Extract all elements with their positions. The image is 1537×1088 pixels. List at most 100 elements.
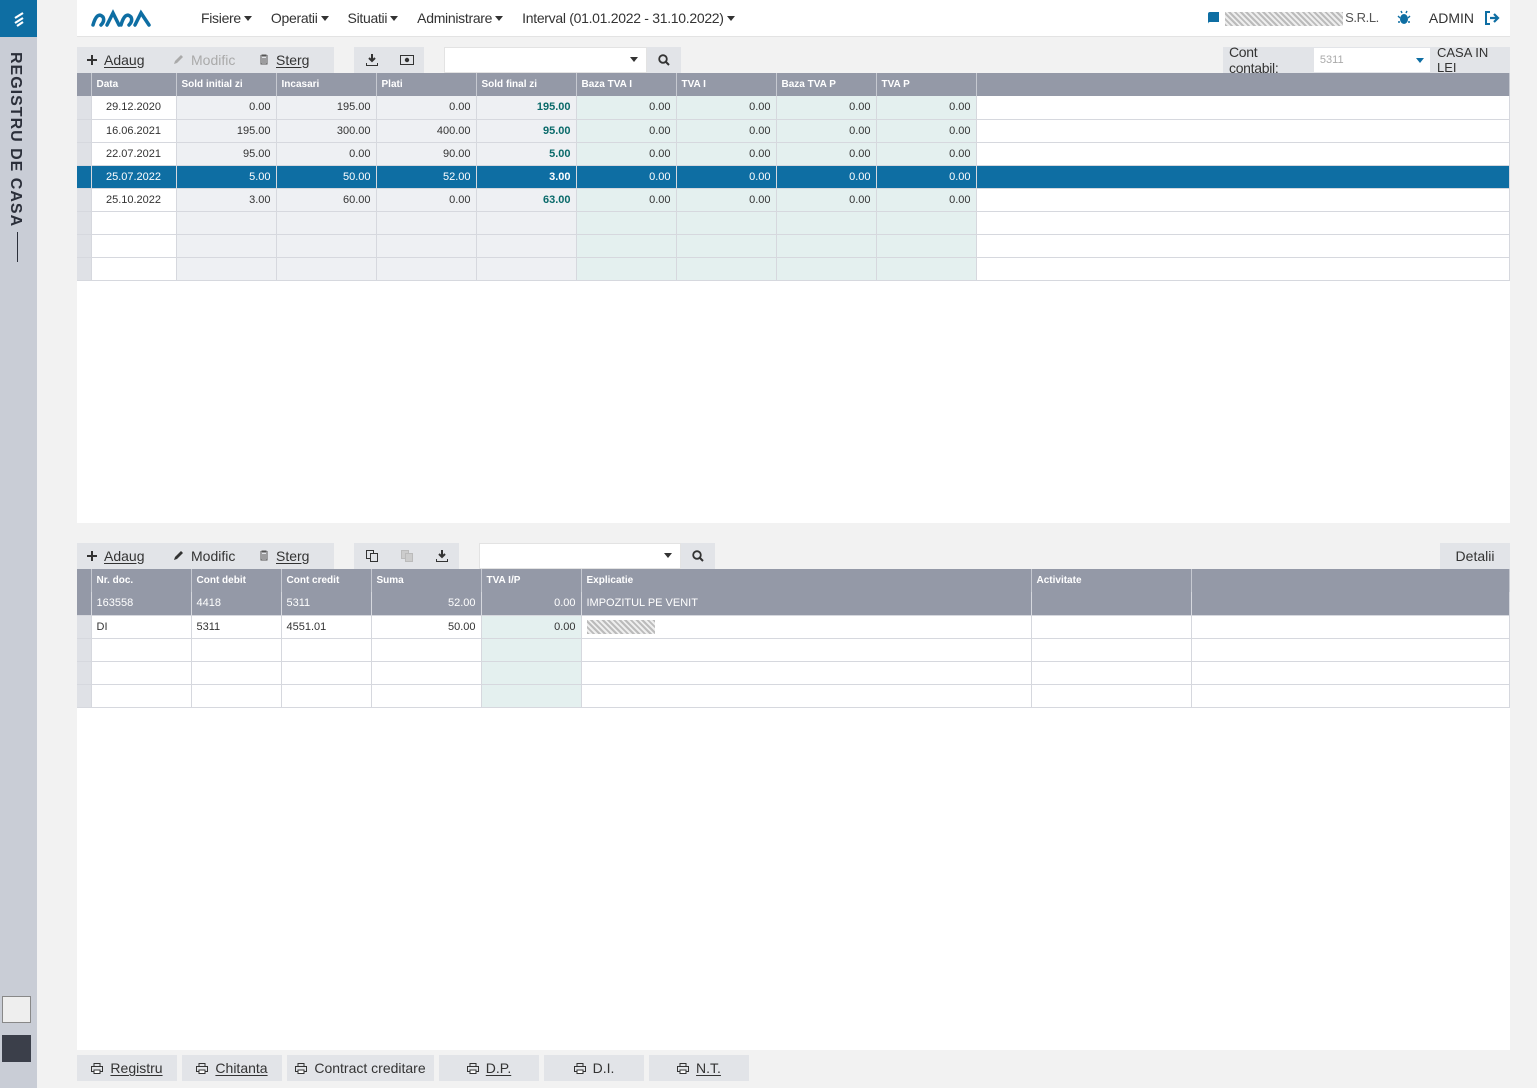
row-indicator[interactable] bbox=[77, 211, 92, 235]
table-cell[interactable] bbox=[91, 638, 192, 662]
table-cell[interactable] bbox=[581, 661, 1032, 685]
row-indicator[interactable] bbox=[77, 638, 92, 662]
table-cell[interactable] bbox=[581, 684, 1032, 708]
column-header[interactable]: TVA I/P bbox=[481, 569, 582, 592]
table-cell[interactable] bbox=[376, 257, 477, 281]
table-cell[interactable]: 5311 bbox=[191, 615, 282, 639]
column-header[interactable]: Data bbox=[91, 73, 177, 96]
table-cell[interactable] bbox=[191, 684, 282, 708]
table-cell[interactable] bbox=[191, 661, 282, 685]
table-cell[interactable]: 63.00 bbox=[476, 188, 577, 212]
table-cell[interactable] bbox=[481, 661, 582, 685]
download-button[interactable] bbox=[424, 542, 459, 569]
menu-administrare[interactable]: Administrare bbox=[417, 10, 504, 26]
table-cell[interactable]: 4418 bbox=[191, 592, 282, 616]
table-cell[interactable]: 0.00 bbox=[576, 165, 677, 189]
table-cell[interactable] bbox=[276, 211, 377, 235]
column-header[interactable]: Explicatie bbox=[581, 569, 1032, 592]
copy-button[interactable] bbox=[354, 542, 389, 569]
table-cell[interactable]: 0.00 bbox=[576, 96, 677, 120]
table-cell[interactable] bbox=[91, 234, 177, 258]
table-cell[interactable]: 0.00 bbox=[676, 188, 777, 212]
table-cell[interactable]: 0.00 bbox=[376, 96, 477, 120]
table-cell[interactable] bbox=[476, 211, 577, 235]
table-cell[interactable]: 0.00 bbox=[876, 96, 977, 120]
table-cell[interactable]: 95.00 bbox=[476, 119, 577, 143]
column-header[interactable]: Plati bbox=[376, 73, 477, 96]
column-header[interactable]: Sold final zi bbox=[476, 73, 577, 96]
table-cell[interactable] bbox=[371, 661, 482, 685]
table-cell[interactable]: 0.00 bbox=[776, 142, 877, 166]
table-cell[interactable]: 4551.01 bbox=[281, 615, 372, 639]
column-header[interactable]: TVA I bbox=[676, 73, 777, 96]
table-cell[interactable]: 0.00 bbox=[776, 165, 877, 189]
table-cell[interactable]: 195.00 bbox=[176, 119, 277, 143]
table-cell[interactable] bbox=[281, 638, 372, 662]
table-row[interactable] bbox=[77, 661, 1510, 685]
table-row[interactable]: DI 5311 4551.01 50.00 0.00 bbox=[77, 615, 1510, 639]
table-cell[interactable] bbox=[91, 257, 177, 281]
table-cell[interactable]: 300.00 bbox=[276, 119, 377, 143]
table-cell[interactable] bbox=[91, 684, 192, 708]
search-button[interactable] bbox=[647, 46, 681, 73]
row-indicator[interactable] bbox=[77, 96, 92, 120]
table-row[interactable]: 16.06.2021 195.00 300.00 400.00 95.00 0.00 0.0… bbox=[77, 119, 1510, 143]
menu-situatii[interactable]: Situatii bbox=[348, 10, 399, 26]
row-indicator[interactable] bbox=[77, 165, 92, 189]
table-cell[interactable]: 0.00 bbox=[376, 188, 477, 212]
table-cell[interactable] bbox=[776, 211, 877, 235]
table-row[interactable]: 25.10.2022 3.00 60.00 0.00 63.00 0.00 0.00 0.00… bbox=[77, 188, 1510, 212]
row-indicator[interactable] bbox=[77, 234, 92, 258]
table-cell[interactable]: 163558 bbox=[91, 592, 192, 616]
table-cell[interactable]: 5.00 bbox=[476, 142, 577, 166]
print-chitanta-button[interactable]: Chitanta bbox=[182, 1055, 282, 1081]
table-row[interactable]: 163558 4418 5311 52.00 0.00 IMPOZITUL PE VENI… bbox=[77, 592, 1510, 616]
table-cell[interactable]: 0.00 bbox=[676, 96, 777, 120]
paste-button[interactable] bbox=[389, 542, 424, 569]
table-cell[interactable] bbox=[576, 234, 677, 258]
column-header[interactable]: Cont debit bbox=[191, 569, 282, 592]
edit-button[interactable]: Modific bbox=[163, 46, 249, 73]
light-theme-swatch[interactable] bbox=[2, 996, 31, 1023]
table-cell[interactable] bbox=[481, 638, 582, 662]
table-cell[interactable] bbox=[476, 257, 577, 281]
table-cell[interactable] bbox=[371, 638, 482, 662]
table-cell[interactable]: 5311 bbox=[281, 592, 372, 616]
table-cell[interactable]: IMPOZITUL PE VENIT bbox=[581, 592, 1032, 616]
table-cell[interactable]: 0.00 bbox=[276, 142, 377, 166]
table-cell[interactable]: 0.00 bbox=[576, 188, 677, 212]
dark-theme-swatch[interactable] bbox=[2, 1035, 31, 1062]
table-cell[interactable]: 0.00 bbox=[676, 119, 777, 143]
row-indicator[interactable] bbox=[77, 592, 92, 616]
table-cell[interactable] bbox=[1031, 592, 1192, 616]
table-cell[interactable] bbox=[581, 638, 1032, 662]
table-cell[interactable] bbox=[876, 257, 977, 281]
table-cell[interactable]: 50.00 bbox=[371, 615, 482, 639]
edit-document-button[interactable]: Modific bbox=[163, 542, 249, 569]
table-cell[interactable] bbox=[481, 684, 582, 708]
table-cell[interactable] bbox=[676, 211, 777, 235]
table-cell[interactable]: 90.00 bbox=[376, 142, 477, 166]
table-row[interactable]: 25.07.2022 5.00 50.00 52.00 3.00 0.00 0.00 0.00… bbox=[77, 165, 1510, 189]
table-row[interactable] bbox=[77, 638, 1510, 662]
table-cell[interactable] bbox=[876, 211, 977, 235]
table-cell[interactable]: 52.00 bbox=[371, 592, 482, 616]
table-cell[interactable]: 0.00 bbox=[576, 119, 677, 143]
doc-filter-select[interactable] bbox=[479, 542, 681, 569]
table-cell[interactable] bbox=[1031, 684, 1192, 708]
table-cell[interactable] bbox=[281, 661, 372, 685]
table-cell[interactable] bbox=[576, 211, 677, 235]
table-cell[interactable] bbox=[176, 257, 277, 281]
table-cell[interactable]: 400.00 bbox=[376, 119, 477, 143]
table-cell[interactable]: 50.00 bbox=[276, 165, 377, 189]
table-cell[interactable]: 0.00 bbox=[876, 142, 977, 166]
menu-interval[interactable]: Interval (01.01.2022 - 31.10.2022) bbox=[522, 10, 735, 26]
table-cell[interactable]: 195.00 bbox=[276, 96, 377, 120]
table-cell[interactable]: 52.00 bbox=[376, 165, 477, 189]
add-button[interactable]: Adaug bbox=[77, 46, 163, 73]
table-cell[interactable] bbox=[581, 615, 1032, 639]
table-cell[interactable]: 0.00 bbox=[481, 592, 582, 616]
table-cell[interactable] bbox=[176, 234, 277, 258]
table-row[interactable]: 22.07.2021 95.00 0.00 90.00 5.00 0.00 0.00 0.00… bbox=[77, 142, 1510, 166]
table-cell[interactable]: 0.00 bbox=[876, 119, 977, 143]
